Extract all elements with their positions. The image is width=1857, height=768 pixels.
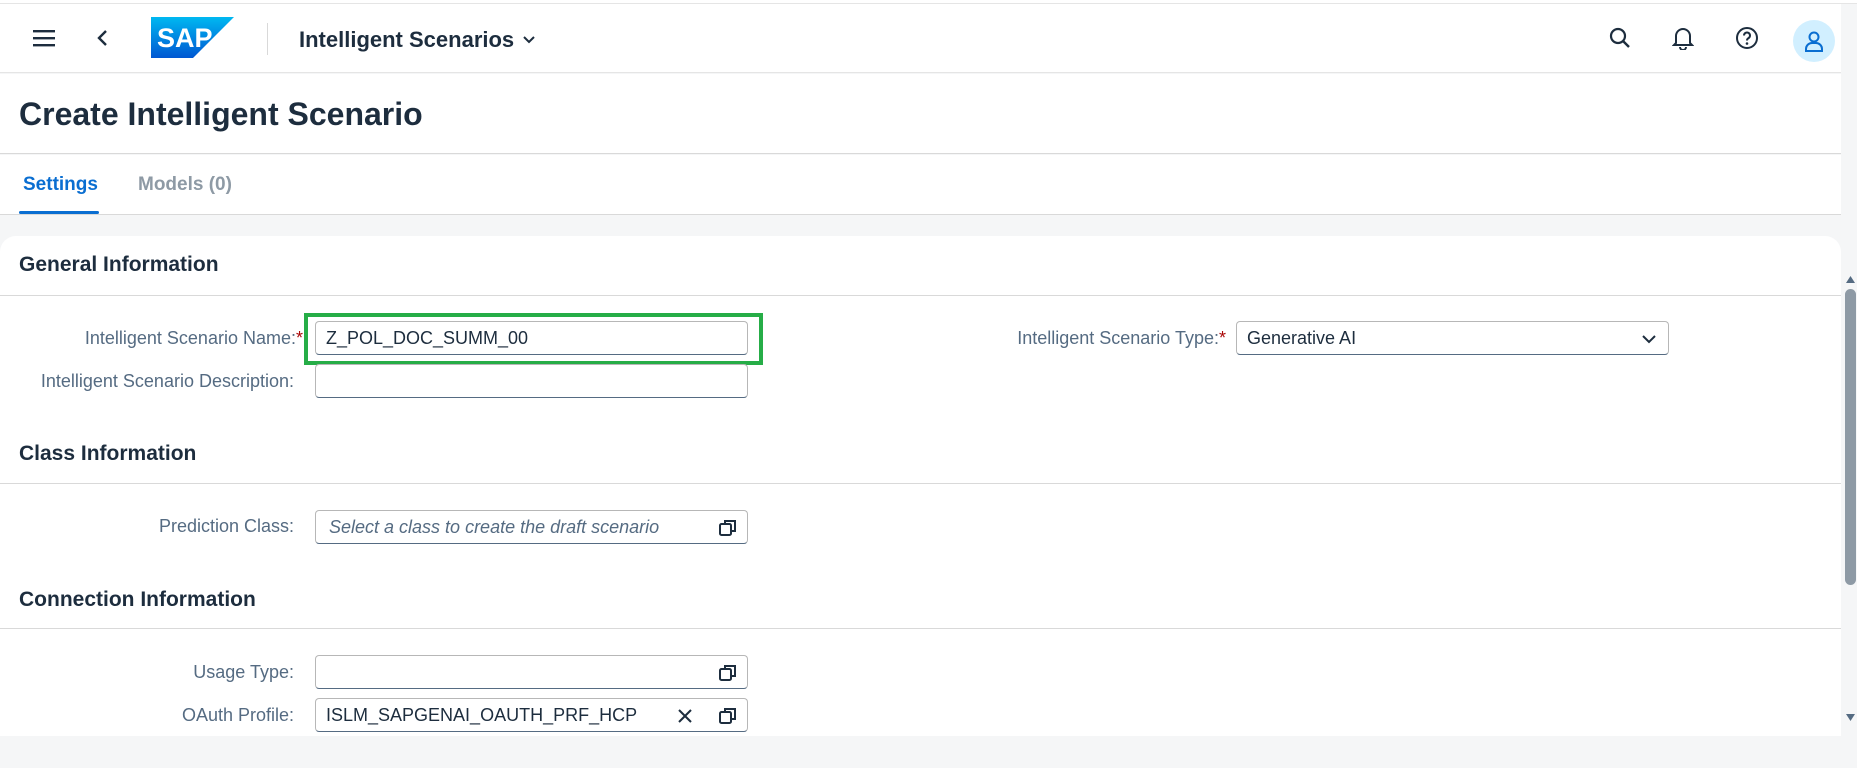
type-dropdown-button[interactable] (1638, 328, 1660, 350)
scenario-type-label: Intelligent Scenario Type:* (960, 328, 1226, 349)
scenario-name-value: Z_POL_DOC_SUMM_00 (326, 327, 529, 348)
page-title: Create Intelligent Scenario (19, 96, 423, 132)
oauth-clear-button[interactable] (674, 705, 696, 727)
help-button[interactable] (1727, 18, 1767, 58)
user-icon (1805, 31, 1823, 52)
value-help-icon (719, 708, 736, 724)
oauth-profile-value: ISLM_SAPGENAI_OAUTH_PRF_HCP (326, 704, 638, 725)
search-button[interactable] (1600, 18, 1640, 58)
value-help-icon (719, 665, 736, 681)
tab-active-indicator (19, 211, 99, 214)
usage-type-input[interactable] (315, 655, 748, 689)
scenario-type-value: Generative AI (1247, 327, 1357, 348)
footer-band (0, 736, 1857, 768)
scroll-up-arrow[interactable] (1846, 270, 1855, 288)
usage-value-help-button[interactable] (717, 662, 739, 684)
scenario-type-label-text: Intelligent Scenario Type: (1017, 328, 1219, 348)
menu-button[interactable] (24, 18, 64, 58)
triangle-up-icon (1846, 276, 1855, 283)
back-icon (97, 30, 107, 46)
prediction-value-help-button[interactable] (717, 517, 739, 539)
help-icon (1736, 27, 1758, 49)
value-help-icon (719, 520, 736, 536)
prediction-class-label: Prediction Class: (158, 516, 294, 536)
page-header: Create Intelligent Scenario (0, 74, 1841, 154)
prediction-class-input[interactable]: Select a class to create the draft scena… (315, 510, 748, 544)
triangle-down-icon (1846, 714, 1855, 721)
scenario-description-label: Intelligent Scenario Description: (40, 371, 294, 391)
search-icon (1609, 27, 1630, 48)
close-icon (678, 709, 692, 723)
app-title: Intelligent Scenarios (299, 27, 515, 52)
sap-logo[interactable]: SAP (151, 17, 234, 58)
user-avatar[interactable] (1793, 20, 1835, 62)
oauth-profile-input[interactable]: ISLM_SAPGENAI_OAUTH_PRF_HCP (315, 698, 748, 732)
menu-icon (33, 30, 55, 47)
usage-type-label: Usage Type: (193, 662, 294, 682)
chevron-down-icon (1642, 335, 1656, 344)
prediction-class-placeholder: Select a class to create the draft scena… (329, 516, 660, 537)
scenario-name-input[interactable]: Z_POL_DOC_SUMM_00 (315, 321, 748, 355)
chevron-down-icon (523, 36, 535, 44)
scroll-down-arrow[interactable] (1846, 708, 1855, 726)
scenario-type-select[interactable]: Generative AI (1236, 321, 1669, 355)
scenario-name-label: Intelligent Scenario Name:* (20, 328, 303, 349)
tab-bar: Settings Models (0) (0, 155, 1841, 215)
scenario-description-input[interactable] (315, 364, 748, 398)
sap-logo-text: SAP (157, 23, 213, 53)
tab-models[interactable]: Models (0) (138, 174, 232, 196)
notifications-button[interactable] (1663, 18, 1703, 58)
scroll-thumb[interactable] (1845, 289, 1856, 585)
oauth-value-help-button[interactable] (717, 705, 739, 727)
section-title-connection: Connection Information (19, 588, 256, 611)
section-title-general: General Information (19, 253, 219, 276)
scenario-name-label-text: Intelligent Scenario Name: (84, 328, 296, 348)
required-marker: * (295, 328, 303, 348)
bell-icon (1672, 28, 1694, 50)
back-button[interactable] (83, 18, 123, 58)
oauth-profile-label: OAuth Profile: (181, 705, 294, 725)
section-divider (0, 628, 1841, 629)
section-title-class: Class Information (19, 442, 197, 465)
shell-separator (267, 23, 268, 55)
form-content (0, 236, 1841, 736)
tab-settings[interactable]: Settings (23, 174, 98, 196)
shell-bar: SAP Intelligent Scenarios (0, 4, 1841, 73)
app-title-menu[interactable]: Intelligent Scenarios (299, 27, 536, 53)
section-divider (0, 295, 1841, 296)
required-marker: * (1218, 328, 1226, 348)
section-divider (0, 483, 1841, 484)
